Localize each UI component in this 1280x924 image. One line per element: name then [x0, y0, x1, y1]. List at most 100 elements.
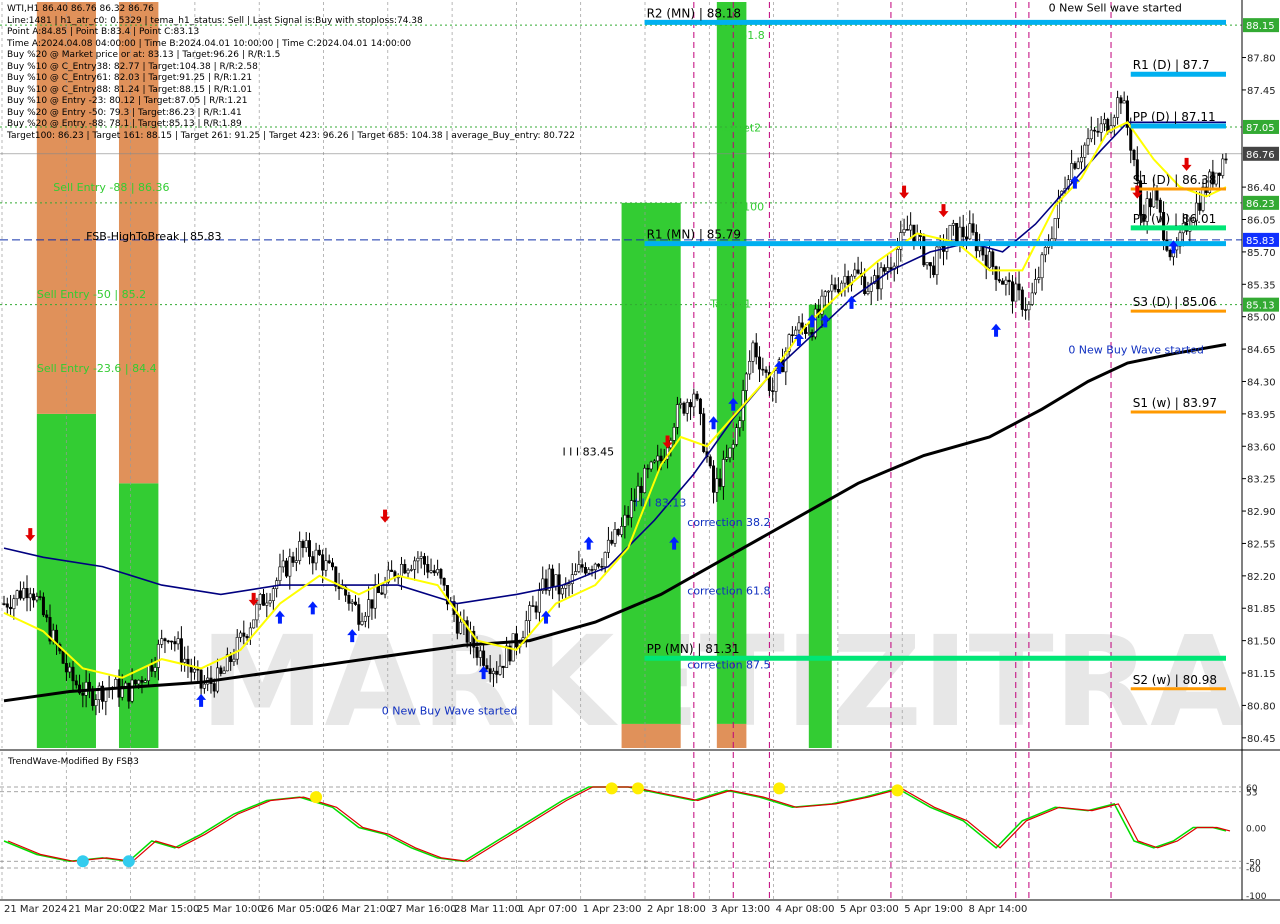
chart-annotation: Sell Entry -50 | 85.2: [37, 288, 146, 301]
candle-body: [656, 455, 660, 462]
candle-body: [1201, 186, 1205, 211]
y-tick-label: 82.90: [1247, 507, 1276, 518]
candle-body: [685, 402, 689, 414]
pivot-label: S1 (D) | 86.38: [1133, 173, 1217, 187]
candle-body: [327, 560, 331, 564]
candle-body: [606, 539, 610, 553]
candle-body: [843, 275, 847, 284]
candle-body: [291, 556, 295, 563]
candle-body: [616, 529, 620, 535]
candle-body: [505, 645, 509, 668]
candle-body: [252, 619, 256, 629]
zone-bar: [716, 2, 747, 724]
candle-body: [28, 593, 32, 599]
candle-body: [951, 222, 955, 226]
x-tick-label: 28 Mar 11:00: [454, 904, 521, 915]
candle-body: [537, 590, 541, 613]
candle-body: [639, 485, 643, 493]
candle-body: [735, 427, 739, 445]
x-tick-label: 26 Mar 05:00: [261, 904, 328, 915]
candle-body: [239, 632, 243, 638]
zone-bar: [118, 483, 159, 748]
pivot-label: PP (MN) | 81.31: [647, 642, 740, 656]
info-line: Line:1481 | h1_atr_c0: 0.5329 | tema_h1_…: [7, 15, 423, 26]
candle-body: [646, 467, 650, 470]
candle-body: [830, 284, 834, 292]
candle-body: [613, 529, 617, 544]
x-tick-label: 27 Mar 16:00: [390, 904, 457, 915]
candle-body: [442, 577, 446, 586]
candle-body: [321, 554, 325, 571]
candle-body: [422, 556, 426, 565]
candle-body: [1129, 127, 1133, 151]
candle-body: [603, 552, 607, 568]
candle-body: [235, 637, 239, 660]
candle-body: [712, 465, 716, 493]
candle-body: [61, 650, 65, 664]
candle-body: [307, 540, 311, 557]
candle-body: [1043, 247, 1047, 256]
x-tick-label: 5 Apr 03:00: [840, 904, 899, 915]
candle-body: [978, 245, 982, 252]
candle-body: [153, 667, 157, 672]
candle-body: [436, 569, 440, 574]
candle-body: [15, 590, 19, 600]
candle-body: [12, 598, 16, 610]
pivot-label: PP (w) | 86.01: [1133, 212, 1217, 226]
pivot-label: PP (D) | 87.11: [1133, 110, 1216, 124]
candle-body: [922, 236, 926, 266]
candle-body: [731, 444, 735, 449]
candle-body: [1024, 309, 1028, 311]
candle-body: [580, 564, 584, 568]
pivot-label: R1 (MN) | 85.79: [647, 228, 742, 242]
osc-tick-label: -100: [1246, 892, 1267, 902]
candle-body: [413, 560, 417, 570]
candle-body: [1132, 149, 1136, 161]
candle-body: [268, 600, 272, 604]
candle-body: [357, 604, 361, 625]
candle-body: [409, 569, 413, 571]
candle-body: [376, 585, 380, 594]
candle-body: [143, 680, 147, 683]
candle-body: [1102, 118, 1106, 125]
candle-body: [311, 556, 315, 564]
candle-body: [212, 683, 216, 692]
candle-body: [1119, 97, 1123, 104]
chart-annotation: 100: [743, 200, 764, 213]
chart-annotation: 0 New Buy Wave started: [1068, 344, 1204, 357]
candle-body: [583, 567, 587, 574]
candle-body: [317, 549, 321, 556]
candle-body: [1089, 129, 1093, 140]
candle-body: [774, 370, 778, 392]
candle-body: [1158, 199, 1162, 213]
candle-body: [708, 456, 712, 467]
candle-body: [1037, 277, 1041, 280]
candle-body: [304, 540, 308, 548]
candle-body: [485, 665, 489, 669]
candle-body: [196, 668, 200, 671]
candle-body: [738, 420, 742, 428]
chart-annotation: I I I 83.13: [635, 496, 687, 509]
info-line: Buy %20 @ Market price or at: 83.13 | Ta…: [7, 50, 281, 60]
candle-body: [692, 393, 696, 408]
candle-body: [758, 356, 762, 370]
candle-body: [610, 539, 614, 544]
y-tick-label: 84.65: [1247, 345, 1276, 356]
candle-body: [1099, 123, 1103, 133]
candle-body: [925, 262, 929, 266]
pivot-label: R1 (D) | 87.7: [1133, 58, 1210, 72]
chart-annotation: Sell Entry -88 | 86.36: [53, 181, 169, 194]
y-tick-label: 83.60: [1247, 442, 1276, 453]
pivot-label: S1 (w) | 83.97: [1133, 396, 1217, 410]
candle-body: [725, 457, 729, 460]
candle-body: [761, 368, 765, 371]
candle-body: [337, 586, 341, 589]
candle-body: [64, 663, 68, 673]
candle-body: [1224, 158, 1228, 161]
candle-body: [91, 690, 95, 706]
candle-body: [1076, 161, 1080, 169]
chart-annotation: 161.8: [733, 29, 765, 42]
candle-body: [1033, 279, 1037, 294]
candle-body: [643, 467, 647, 493]
candle-body: [130, 679, 134, 702]
